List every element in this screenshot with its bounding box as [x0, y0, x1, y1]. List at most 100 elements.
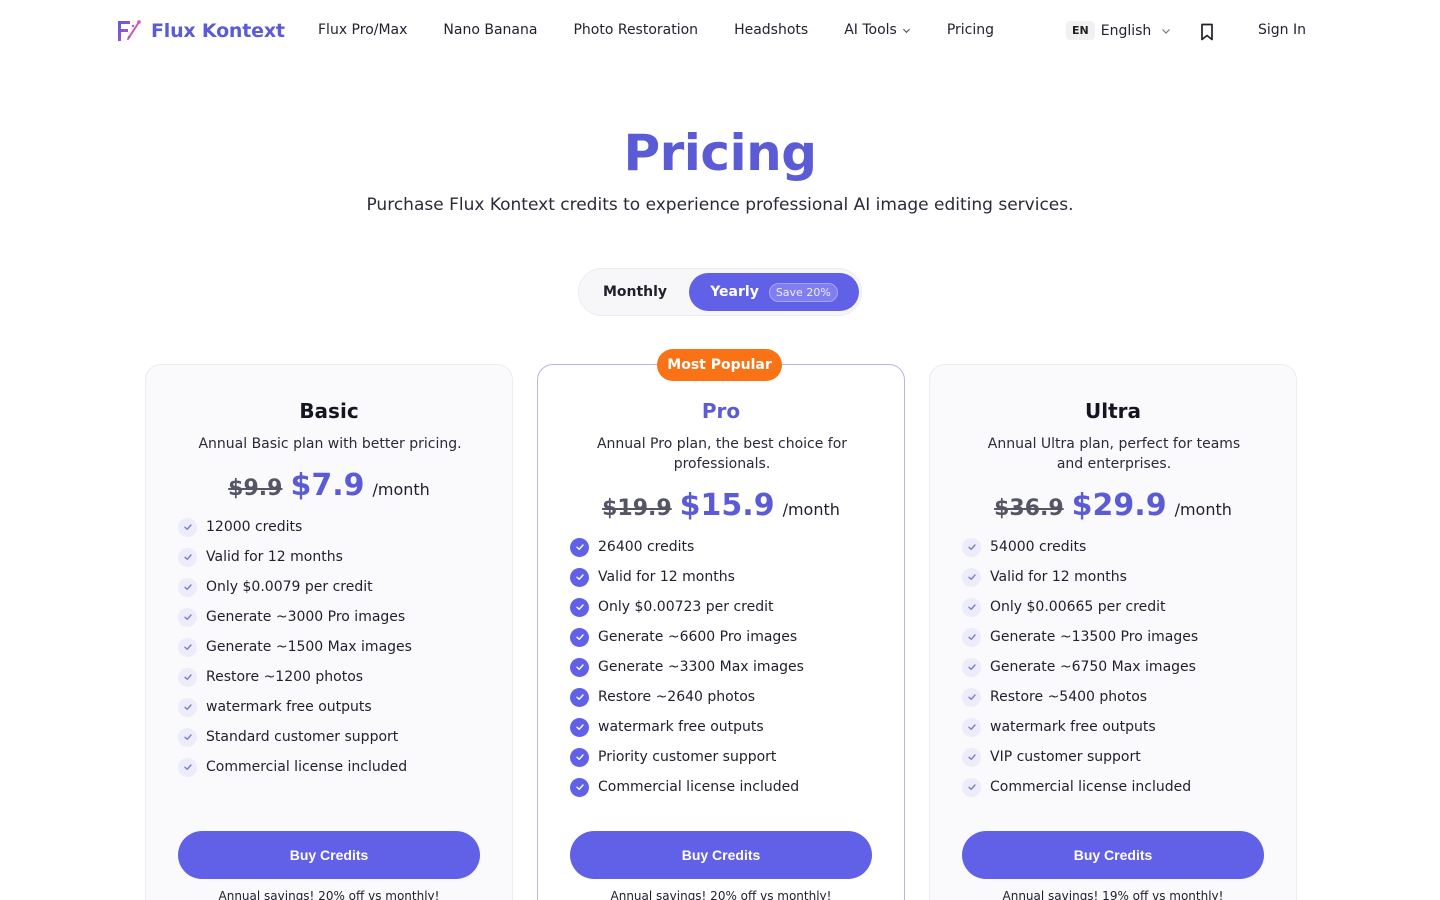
feature-item: Valid for 12 months: [178, 542, 412, 572]
check-icon: [178, 577, 197, 597]
nav-link-headshots[interactable]: Headshots: [734, 22, 808, 38]
price-unit: /month: [782, 500, 840, 519]
check-icon: [570, 657, 589, 677]
check-icon: [178, 517, 197, 537]
feature-text: Restore ~1200 photos: [206, 669, 364, 685]
feature-item: Only $0.00665 per credit: [962, 592, 1198, 622]
nav-link-photo-restoration[interactable]: Photo Restoration: [573, 22, 698, 38]
check-icon: [570, 687, 589, 707]
check-icon: [962, 657, 981, 677]
current-price: $7.9: [290, 468, 365, 503]
most-popular-badge: Most Popular: [657, 349, 782, 381]
feature-text: Generate ~6750 Max images: [990, 659, 1196, 675]
plan-card-basic: Basic Annual Basic plan with better pric…: [145, 364, 513, 900]
price-unit: /month: [372, 480, 430, 499]
brand-name: Flux Kontext: [151, 20, 285, 42]
check-icon: [178, 727, 197, 747]
language-selector[interactable]: EN English: [1066, 21, 1171, 40]
nav-link-ai-tools-label: AI Tools: [844, 22, 897, 38]
check-icon: [570, 717, 589, 737]
feature-list: 26400 credits Valid for 12 months Only $0.…: [570, 532, 804, 802]
feature-item: Restore ~5400 photos: [962, 682, 1198, 712]
check-icon: [570, 627, 589, 647]
old-price: $9.9: [228, 476, 283, 501]
feature-list: 54000 credits Valid for 12 months Only $0.…: [962, 532, 1198, 802]
billing-toggle: Monthly Yearly Save 20%: [578, 268, 862, 316]
old-price: $19.9: [602, 496, 672, 521]
nav-link-ai-tools[interactable]: AI Tools: [844, 22, 911, 38]
feature-item: 12000 credits: [178, 512, 412, 542]
price-unit: /month: [1174, 500, 1232, 519]
language-name: English: [1100, 22, 1152, 39]
feature-text: Valid for 12 months: [990, 569, 1127, 585]
savings-note: Annual savings! 19% off vs monthly!: [1002, 889, 1224, 900]
feature-item: VIP customer support: [962, 742, 1198, 772]
check-icon: [962, 717, 981, 737]
feature-text: Generate ~6600 Pro images: [598, 629, 798, 645]
savings-note: Annual savings! 20% off vs monthly!: [218, 889, 440, 900]
brand-link[interactable]: Flux Kontext: [114, 17, 285, 45]
feature-item: Restore ~1200 photos: [178, 662, 412, 692]
feature-text: Commercial license included: [206, 759, 408, 775]
feature-text: Only $0.00665 per credit: [990, 599, 1166, 615]
feature-item: Standard customer support: [178, 722, 412, 752]
plan-card-pro: Pro Annual Pro plan, the best choice for…: [537, 364, 905, 900]
page-title: Pricing: [623, 124, 817, 182]
feature-item: Generate ~6600 Pro images: [570, 622, 804, 652]
toggle-monthly[interactable]: Monthly: [581, 273, 689, 311]
feature-item: Commercial license included: [570, 772, 804, 802]
check-icon: [570, 597, 589, 617]
chevron-down-icon: [1162, 28, 1171, 34]
feature-item: 26400 credits: [570, 532, 804, 562]
check-icon: [570, 747, 589, 767]
feature-text: Standard customer support: [206, 729, 399, 745]
price-row: $9.9 $7.9 /month: [146, 468, 512, 503]
check-icon: [962, 537, 981, 557]
feature-text: Only $0.0079 per credit: [206, 579, 373, 595]
bookmark-icon[interactable]: [1199, 23, 1215, 41]
save-badge: Save 20%: [768, 282, 838, 302]
feature-item: watermark free outputs: [962, 712, 1198, 742]
plan-description: Annual Pro plan, the best choice for pro…: [596, 436, 848, 472]
feature-text: Priority customer support: [598, 749, 777, 765]
feature-item: Commercial license included: [962, 772, 1198, 802]
feature-item: Only $0.0079 per credit: [178, 572, 412, 602]
feature-text: 12000 credits: [206, 519, 303, 535]
plan-card-ultra: Ultra Annual Ultra plan, perfect for tea…: [929, 364, 1297, 900]
feature-text: Restore ~2640 photos: [598, 689, 756, 705]
feature-item: watermark free outputs: [178, 692, 412, 722]
feature-text: watermark free outputs: [598, 719, 764, 735]
nav-link-nano-banana[interactable]: Nano Banana: [443, 22, 537, 38]
buy-credits-button[interactable]: Buy Credits: [178, 831, 480, 879]
nav-link-pricing[interactable]: Pricing: [947, 22, 994, 38]
page-subtitle: Purchase Flux Kontext credits to experie…: [366, 195, 1074, 215]
buy-credits-button[interactable]: Buy Credits: [962, 831, 1264, 879]
current-price: $29.9: [1071, 488, 1167, 523]
nav-link-flux-pro-max[interactable]: Flux Pro/Max: [318, 22, 407, 38]
feature-item: Generate ~3000 Pro images: [178, 602, 412, 632]
buy-credits-button[interactable]: Buy Credits: [570, 831, 872, 879]
check-icon: [962, 687, 981, 707]
feature-item: Generate ~6750 Max images: [962, 652, 1198, 682]
feature-item: Valid for 12 months: [962, 562, 1198, 592]
feature-item: Commercial license included: [178, 752, 412, 782]
check-icon: [962, 777, 981, 797]
toggle-yearly[interactable]: Yearly Save 20%: [689, 273, 859, 311]
feature-item: watermark free outputs: [570, 712, 804, 742]
check-icon: [962, 597, 981, 617]
feature-text: 54000 credits: [990, 539, 1087, 555]
sign-in-link[interactable]: Sign In: [1258, 22, 1306, 38]
toggle-yearly-label: Yearly: [710, 284, 759, 300]
plan-name: Ultra: [1084, 399, 1141, 423]
feature-text: Generate ~1500 Max images: [206, 639, 412, 655]
plan-description: Annual Basic plan with better pricing.: [198, 436, 462, 452]
check-icon: [570, 777, 589, 797]
price-row: $19.9 $15.9 /month: [538, 488, 904, 523]
feature-list: 12000 credits Valid for 12 months Only $0.…: [178, 512, 412, 782]
check-icon: [570, 567, 589, 587]
top-navigation: Flux Kontext Flux Pro/Max Nano Banana Ph…: [0, 0, 1440, 64]
flux-logo-icon: [118, 20, 141, 41]
plan-description: Annual Ultra plan, perfect for teams and…: [987, 436, 1241, 472]
old-price: $36.9: [994, 496, 1064, 521]
feature-item: Generate ~3300 Max images: [570, 652, 804, 682]
